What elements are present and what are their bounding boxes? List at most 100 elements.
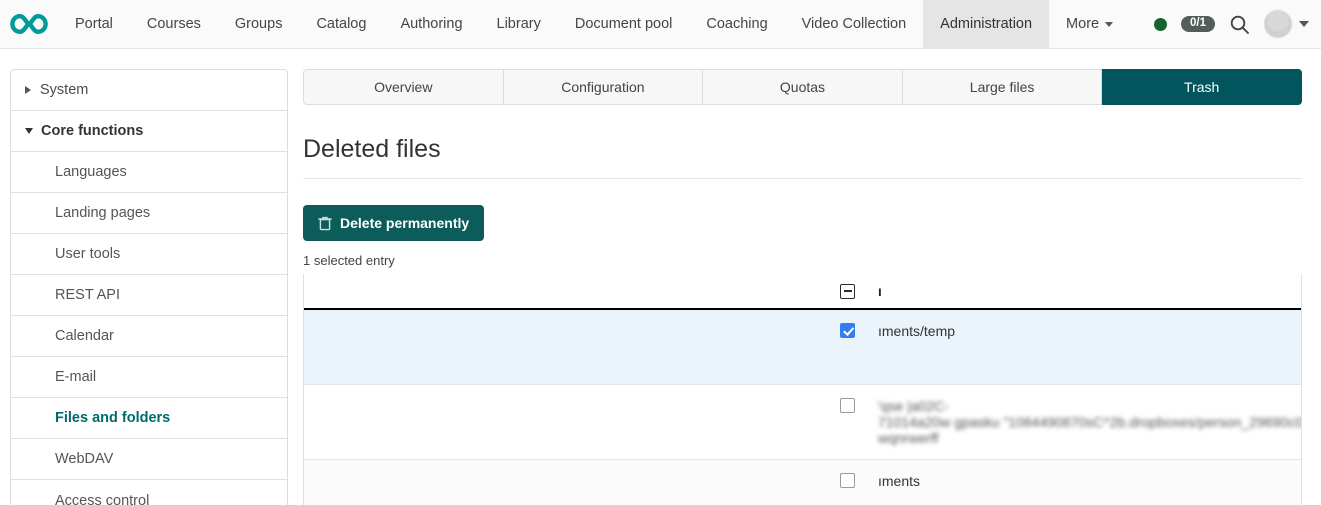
trash-icon bbox=[318, 216, 332, 231]
sidebar-item-calendar[interactable]: Calendar bbox=[11, 316, 287, 357]
header-select-all[interactable] bbox=[832, 274, 870, 309]
delete-permanently-label: Delete permanently bbox=[340, 215, 469, 231]
sidebar-item-files-and-folders[interactable]: Files and folders bbox=[11, 398, 287, 439]
nav-item-more[interactable]: More bbox=[1049, 0, 1130, 48]
nav-item-administration[interactable]: Administration bbox=[923, 0, 1049, 48]
search-glyph bbox=[1229, 14, 1250, 35]
deleted-files-table: ı File Size Deleted on Deleted by Delete bbox=[304, 274, 1301, 505]
row-checkbox[interactable] bbox=[840, 323, 855, 338]
header-spacer bbox=[304, 274, 832, 309]
nav-item-document-pool[interactable]: Document pool bbox=[558, 0, 690, 48]
tab-overview[interactable]: Overview bbox=[303, 69, 504, 105]
nav-item-groups[interactable]: Groups bbox=[218, 0, 300, 48]
sidebar-group-system[interactable]: System bbox=[11, 70, 287, 111]
sidebar-item-label: Calendar bbox=[55, 328, 114, 344]
table-row[interactable]: 'qse |a02C-71014a20w gpasku "1084490870s… bbox=[304, 384, 1301, 459]
tab-label: Trash bbox=[1184, 79, 1219, 95]
sidebar-item-user-tools[interactable]: User tools bbox=[11, 234, 287, 275]
nav-label: More bbox=[1066, 16, 1099, 32]
tab-label: Quotas bbox=[780, 79, 825, 95]
top-navigation-bar: Portal Courses Groups Catalog Authoring … bbox=[0, 0, 1321, 49]
select-all-checkbox[interactable] bbox=[840, 284, 855, 299]
sidebar-item-access-control[interactable]: Access control bbox=[11, 480, 287, 505]
nav-item-authoring[interactable]: Authoring bbox=[383, 0, 479, 48]
content-tabs: Overview Configuration Quotas Large file… bbox=[303, 69, 1302, 105]
row-checkbox[interactable] bbox=[840, 473, 855, 488]
nav-item-catalog[interactable]: Catalog bbox=[299, 0, 383, 48]
tab-label: Configuration bbox=[561, 79, 644, 95]
top-nav-right-cluster: 0/1 bbox=[1154, 0, 1321, 48]
sidebar-item-label: E-mail bbox=[55, 369, 96, 385]
row-select-cell[interactable] bbox=[832, 384, 870, 459]
nav-label: Library bbox=[497, 16, 541, 32]
nav-item-video-collection[interactable]: Video Collection bbox=[785, 0, 924, 48]
table-header-row: ı File Size Deleted on Deleted by Delete bbox=[304, 274, 1301, 309]
nav-label: Video Collection bbox=[802, 16, 907, 32]
sidebar-item-languages[interactable]: Languages bbox=[11, 152, 287, 193]
table-row[interactable]: ıments temp 0 B 11/25/2024, 2:28 PM Admi… bbox=[304, 459, 1301, 505]
row-select-cell[interactable] bbox=[832, 309, 870, 385]
sidebar-item-rest-api[interactable]: REST API bbox=[11, 275, 287, 316]
sidebar-group-label: System bbox=[40, 82, 88, 98]
table-row[interactable]: ıments/temp 290772420- b1_1900_1080_24fp… bbox=[304, 309, 1301, 385]
row-select-cell[interactable] bbox=[832, 459, 870, 505]
sidebar-item-landing-pages[interactable]: Landing pages bbox=[11, 193, 287, 234]
nav-item-courses[interactable]: Courses bbox=[130, 0, 218, 48]
row-path: 'qse |a02C-71014a20w gpasku "1084490870s… bbox=[870, 384, 1301, 459]
sidebar-item-label: Languages bbox=[55, 164, 127, 180]
chevron-right-icon bbox=[25, 86, 31, 94]
row-spacer bbox=[304, 309, 832, 385]
online-status-dot bbox=[1154, 18, 1167, 31]
nav-label: Coaching bbox=[706, 16, 767, 32]
nav-item-portal[interactable]: Portal bbox=[58, 0, 130, 48]
row-path-redacted: 'qse |a02C-71014a20w gpasku "1084490870s… bbox=[878, 398, 1301, 446]
row-path: ıments/temp bbox=[870, 309, 1301, 385]
sidebar-item-label: Landing pages bbox=[55, 205, 150, 221]
admin-sidebar: System Core functions Languages Landing … bbox=[10, 69, 288, 505]
delete-permanently-button[interactable]: Delete permanently bbox=[303, 205, 484, 241]
deleted-files-table-container: ı File Size Deleted on Deleted by Delete bbox=[303, 274, 1302, 505]
app-logo[interactable] bbox=[0, 0, 58, 48]
table-scroll-viewport: ı File Size Deleted on Deleted by Delete bbox=[304, 274, 1301, 505]
sidebar-item-label: REST API bbox=[55, 287, 120, 303]
tab-label: Overview bbox=[374, 79, 432, 95]
nav-item-coaching[interactable]: Coaching bbox=[689, 0, 784, 48]
tab-quotas[interactable]: Quotas bbox=[703, 69, 903, 105]
sidebar-item-webdav[interactable]: WebDAV bbox=[11, 439, 287, 480]
tab-configuration[interactable]: Configuration bbox=[504, 69, 704, 105]
tab-large-files[interactable]: Large files bbox=[903, 69, 1103, 105]
row-checkbox[interactable] bbox=[840, 398, 855, 413]
row-spacer bbox=[304, 459, 832, 505]
sidebar-item-label: User tools bbox=[55, 246, 120, 262]
page-body: System Core functions Languages Landing … bbox=[0, 49, 1321, 505]
nav-label: Courses bbox=[147, 16, 201, 32]
row-path: ıments bbox=[870, 459, 1301, 505]
sidebar-group-core-functions[interactable]: Core functions bbox=[11, 111, 287, 152]
infinity-logo-icon bbox=[9, 13, 49, 35]
sidebar-item-label: WebDAV bbox=[55, 451, 113, 467]
avatar bbox=[1264, 10, 1292, 38]
tab-trash[interactable]: Trash bbox=[1102, 69, 1302, 105]
selected-entry-count: 1 selected entry bbox=[303, 253, 1302, 268]
nav-label: Portal bbox=[75, 16, 113, 32]
sidebar-item-label: Files and folders bbox=[55, 410, 170, 426]
nav-item-library[interactable]: Library bbox=[480, 0, 558, 48]
page-title: Deleted files bbox=[303, 135, 1302, 179]
chevron-down-icon bbox=[1105, 22, 1113, 27]
chevron-down-icon bbox=[1299, 21, 1309, 27]
header-path[interactable]: ı bbox=[870, 274, 1301, 309]
sidebar-item-email[interactable]: E-mail bbox=[11, 357, 287, 398]
tab-label: Large files bbox=[970, 79, 1035, 95]
user-menu[interactable] bbox=[1264, 10, 1309, 38]
chevron-down-icon bbox=[25, 128, 33, 134]
search-icon[interactable] bbox=[1229, 14, 1250, 35]
session-count-badge[interactable]: 0/1 bbox=[1181, 16, 1215, 33]
nav-label: Authoring bbox=[400, 16, 462, 32]
main-content: Overview Configuration Quotas Large file… bbox=[288, 49, 1321, 505]
nav-label: Catalog bbox=[316, 16, 366, 32]
nav-label: Administration bbox=[940, 16, 1032, 32]
nav-label: Document pool bbox=[575, 16, 673, 32]
nav-label: Groups bbox=[235, 16, 283, 32]
sidebar-group-label: Core functions bbox=[41, 123, 143, 139]
row-spacer bbox=[304, 384, 832, 459]
